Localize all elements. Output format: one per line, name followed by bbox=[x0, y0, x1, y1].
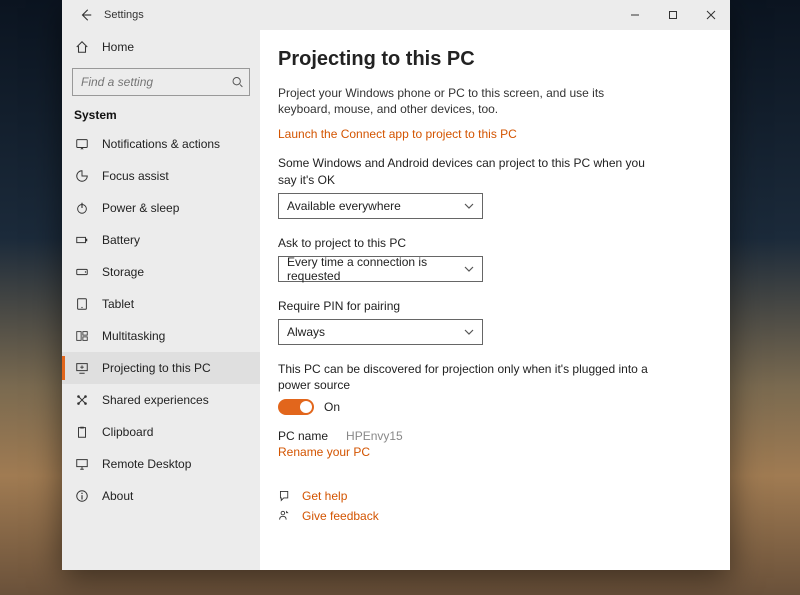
multitasking-icon bbox=[74, 329, 90, 343]
home-label: Home bbox=[102, 40, 134, 54]
sidebar-item-label: Clipboard bbox=[102, 425, 153, 439]
toggle-knob bbox=[300, 401, 312, 413]
home-nav[interactable]: Home bbox=[62, 32, 260, 62]
sidebar-item-label: Shared experiences bbox=[102, 393, 209, 407]
sidebar-item-power-sleep[interactable]: Power & sleep bbox=[62, 192, 260, 224]
pin-value: Always bbox=[287, 325, 325, 339]
sidebar-item-label: Tablet bbox=[102, 297, 134, 311]
notifications-icon bbox=[74, 137, 90, 151]
settings-window: Settings Home bbox=[62, 0, 730, 570]
content-area: Projecting to this PC Project your Windo… bbox=[260, 30, 730, 570]
sidebar-item-label: About bbox=[102, 489, 133, 503]
remote-desktop-icon bbox=[74, 457, 90, 471]
category-header: System bbox=[62, 104, 260, 128]
sidebar-item-storage[interactable]: Storage bbox=[62, 256, 260, 288]
launch-connect-link[interactable]: Launch the Connect app to project to thi… bbox=[278, 127, 517, 141]
sidebar-item-shared-experiences[interactable]: Shared experiences bbox=[62, 384, 260, 416]
sidebar-item-multitasking[interactable]: Multitasking bbox=[62, 320, 260, 352]
ask-label: Ask to project to this PC bbox=[278, 235, 658, 251]
home-icon bbox=[74, 40, 90, 54]
minimize-icon bbox=[630, 10, 640, 20]
projecting-icon bbox=[74, 361, 90, 375]
tablet-icon bbox=[74, 297, 90, 311]
search-input[interactable] bbox=[72, 68, 250, 96]
sidebar-item-tablet[interactable]: Tablet bbox=[62, 288, 260, 320]
minimize-button[interactable] bbox=[616, 0, 654, 30]
pcname-label: PC name bbox=[278, 429, 328, 443]
sidebar-item-label: Notifications & actions bbox=[102, 137, 220, 151]
sidebar-item-label: Remote Desktop bbox=[102, 457, 191, 471]
storage-icon bbox=[74, 265, 90, 279]
sidebar-item-clipboard[interactable]: Clipboard bbox=[62, 416, 260, 448]
battery-icon bbox=[74, 233, 90, 247]
shared-icon bbox=[74, 393, 90, 407]
sidebar-item-label: Multitasking bbox=[102, 329, 165, 343]
sidebar: Home System Notifications & actions Focu… bbox=[62, 30, 260, 570]
sidebar-item-about[interactable]: About bbox=[62, 480, 260, 512]
sidebar-item-projecting[interactable]: Projecting to this PC bbox=[62, 352, 260, 384]
discover-label: This PC can be discovered for projection… bbox=[278, 361, 658, 393]
back-arrow-icon bbox=[79, 8, 93, 22]
maximize-button[interactable] bbox=[654, 0, 692, 30]
ask-dropdown[interactable]: Every time a connection is requested bbox=[278, 256, 483, 282]
give-feedback-label: Give feedback bbox=[302, 509, 379, 523]
availability-value: Available everywhere bbox=[287, 199, 401, 213]
search-icon bbox=[231, 76, 244, 89]
sidebar-item-label: Projecting to this PC bbox=[102, 361, 211, 375]
chevron-down-icon bbox=[464, 264, 474, 274]
chevron-down-icon bbox=[464, 201, 474, 211]
page-title: Projecting to this PC bbox=[278, 48, 706, 71]
sidebar-item-notifications[interactable]: Notifications & actions bbox=[62, 128, 260, 160]
maximize-icon bbox=[668, 10, 678, 20]
focus-assist-icon bbox=[74, 169, 90, 183]
pcname-value: HPEnvy15 bbox=[346, 429, 403, 443]
sidebar-item-remote-desktop[interactable]: Remote Desktop bbox=[62, 448, 260, 480]
page-description: Project your Windows phone or PC to this… bbox=[278, 85, 658, 117]
sidebar-item-focus-assist[interactable]: Focus assist bbox=[62, 160, 260, 192]
about-icon bbox=[74, 489, 90, 503]
close-icon bbox=[706, 10, 716, 20]
close-button[interactable] bbox=[692, 0, 730, 30]
availability-label: Some Windows and Android devices can pro… bbox=[278, 155, 658, 187]
get-help-label: Get help bbox=[302, 489, 347, 503]
discover-toggle[interactable] bbox=[278, 399, 314, 415]
feedback-icon bbox=[278, 509, 292, 522]
power-icon bbox=[74, 201, 90, 215]
help-icon bbox=[278, 489, 292, 502]
sidebar-item-label: Power & sleep bbox=[102, 201, 179, 215]
give-feedback-link[interactable]: Give feedback bbox=[278, 509, 706, 523]
sidebar-item-label: Focus assist bbox=[102, 169, 169, 183]
rename-pc-link[interactable]: Rename your PC bbox=[278, 445, 370, 459]
pin-label: Require PIN for pairing bbox=[278, 298, 658, 314]
clipboard-icon bbox=[74, 425, 90, 439]
sidebar-item-label: Storage bbox=[102, 265, 144, 279]
sidebar-item-battery[interactable]: Battery bbox=[62, 224, 260, 256]
pin-dropdown[interactable]: Always bbox=[278, 319, 483, 345]
app-title: Settings bbox=[104, 9, 144, 21]
search-wrap bbox=[72, 68, 250, 96]
nav-list: Notifications & actions Focus assist Pow… bbox=[62, 128, 260, 512]
get-help-link[interactable]: Get help bbox=[278, 489, 706, 503]
availability-dropdown[interactable]: Available everywhere bbox=[278, 193, 483, 219]
discover-state: On bbox=[324, 400, 340, 414]
title-bar: Settings bbox=[62, 0, 730, 30]
back-button[interactable] bbox=[72, 1, 100, 29]
chevron-down-icon bbox=[464, 327, 474, 337]
sidebar-item-label: Battery bbox=[102, 233, 140, 247]
ask-value: Every time a connection is requested bbox=[287, 255, 464, 283]
